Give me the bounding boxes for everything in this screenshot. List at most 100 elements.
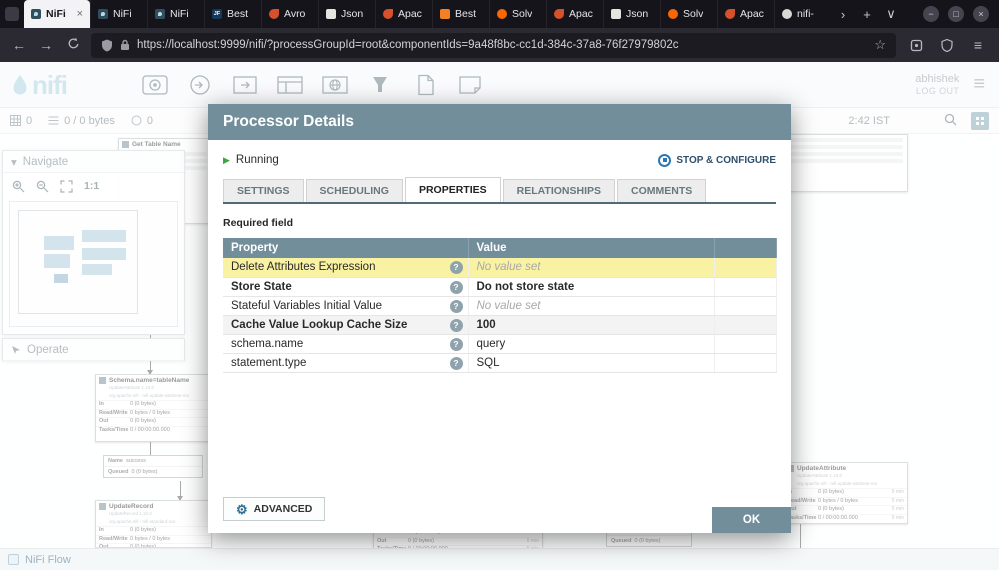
tab-label: NiFi (170, 8, 189, 20)
browser-tab[interactable]: JFBest (204, 0, 261, 28)
browser-tab[interactable]: Solv (660, 0, 717, 28)
firefox-view-icon (5, 7, 19, 21)
tab-label: Json (341, 8, 363, 20)
browser-toolbar: ← → https://localhost:9999/nifi/?process… (0, 28, 999, 62)
property-value[interactable]: query (477, 338, 506, 350)
browser-tab[interactable]: nifi- (774, 0, 831, 28)
nifi-app: Get Table Name Schema.name=tableName Upd… (0, 62, 999, 570)
list-all-tabs-button[interactable]: ∨ (879, 6, 903, 22)
property-value[interactable]: SQL (477, 357, 500, 369)
tracking-protection-shield-icon[interactable] (101, 39, 113, 52)
property-value[interactable]: No value set (477, 261, 541, 273)
property-row[interactable]: schema.name? query (223, 334, 776, 353)
apache-flame-favicon-icon (725, 9, 735, 19)
browser-tab[interactable]: Solv (489, 0, 546, 28)
tab-label: Avro (284, 8, 305, 20)
url-bar[interactable]: https://localhost:9999/nifi/?processGrou… (91, 33, 896, 58)
tab-label: Solv (683, 8, 703, 20)
tab-label: NiFi (46, 8, 66, 20)
running-icon: ▶ (223, 155, 230, 166)
generic-favicon-icon (782, 9, 792, 19)
browser-tab[interactable]: Json (318, 0, 375, 28)
tab-scheduling[interactable]: SCHEDULING (306, 179, 403, 202)
cloudera-favicon-icon (497, 9, 507, 19)
url-text: https://localhost:9999/nifi/?processGrou… (137, 39, 867, 51)
forward-button[interactable]: → (37, 37, 55, 53)
browser-tab[interactable]: Apac (546, 0, 603, 28)
value-column-header: Value (468, 238, 714, 258)
browser-tab[interactable]: Apac (717, 0, 774, 28)
browser-tab[interactable]: Best (432, 0, 489, 28)
browser-tab[interactable]: Apac (375, 0, 432, 28)
help-icon[interactable]: ? (450, 300, 463, 313)
property-name: Stateful Variables Initial Value (231, 300, 382, 312)
table-header-row: Property Value (223, 238, 776, 258)
property-value[interactable]: Do not store state (477, 281, 575, 293)
browser-tab-active[interactable]: NiFi × (24, 0, 90, 28)
nifi-favicon-icon (31, 9, 41, 19)
tab-settings[interactable]: SETTINGS (223, 179, 304, 202)
property-name: Delete Attributes Expression (231, 261, 375, 273)
bookmark-star-icon[interactable]: ☆ (874, 37, 886, 53)
help-icon[interactable]: ? (450, 281, 463, 294)
tab-comments[interactable]: COMMENTS (617, 179, 706, 202)
tab-label: Apac (398, 8, 422, 20)
back-button[interactable]: ← (10, 37, 28, 53)
processor-status: ▶ Running (223, 154, 279, 166)
browser-tab-bar: NiFi × NiFi NiFi JFBest Avro Json Apac B… (0, 0, 999, 28)
window-controls: − □ × (913, 6, 999, 22)
menu-icon[interactable]: ≡ (967, 37, 989, 53)
property-row[interactable]: Store State? Do not store state (223, 277, 776, 296)
help-icon[interactable]: ? (450, 357, 463, 370)
property-value[interactable]: 100 (477, 319, 496, 331)
tab-relationships[interactable]: RELATIONSHIPS (503, 179, 615, 202)
stop-configure-icon (658, 154, 671, 167)
window-close-button[interactable]: × (973, 6, 989, 22)
apache-flame-favicon-icon (554, 9, 564, 19)
tab-label: Apac (569, 8, 593, 20)
toolbar-shield-icon[interactable] (936, 39, 958, 52)
window-minimize-button[interactable]: − (923, 6, 939, 22)
property-name: statement.type (231, 357, 306, 369)
tab-properties[interactable]: PROPERTIES (405, 177, 501, 202)
processor-details-dialog: Processor Details ▶ Running STOP & CONFI… (208, 104, 791, 533)
property-row[interactable]: Stateful Variables Initial Value? No val… (223, 296, 776, 315)
property-row[interactable]: Delete Attributes Expression? No value s… (223, 258, 776, 277)
property-row[interactable]: statement.type? SQL (223, 353, 776, 372)
cloudera-favicon-icon (668, 9, 678, 19)
help-icon[interactable]: ? (450, 261, 463, 274)
stop-configure-label: STOP & CONFIGURE (676, 155, 776, 166)
toolbar-extension-icon[interactable] (905, 39, 927, 52)
tab-scroll-right-button[interactable]: › (831, 7, 855, 22)
property-row[interactable]: Cache Value Lookup Cache Size? 100 (223, 315, 776, 334)
tab-label: Solv (512, 8, 532, 20)
tab-label: Json (626, 8, 648, 20)
property-column-header: Property (223, 238, 468, 258)
property-name: schema.name (231, 338, 303, 350)
screen: NiFi × NiFi NiFi JFBest Avro Json Apac B… (0, 0, 999, 570)
empty-column-header (714, 238, 776, 258)
browser-tab[interactable]: Avro (261, 0, 318, 28)
tab-close-icon[interactable]: × (77, 8, 83, 20)
help-icon[interactable]: ? (450, 319, 463, 332)
property-value[interactable]: No value set (477, 300, 541, 312)
dialog-tabs: SETTINGS SCHEDULING PROPERTIES RELATIONS… (223, 180, 776, 204)
property-name: Cache Value Lookup Cache Size (231, 319, 407, 331)
nifi-favicon-icon (155, 9, 165, 19)
browser-tab[interactable]: NiFi (90, 0, 147, 28)
ok-button[interactable]: OK (712, 507, 791, 533)
help-icon[interactable]: ? (450, 338, 463, 351)
stop-and-configure-button[interactable]: STOP & CONFIGURE (658, 154, 776, 167)
json-favicon-icon (611, 9, 621, 19)
window-maximize-button[interactable]: □ (948, 6, 964, 22)
reload-button[interactable] (64, 37, 82, 53)
browser-tab[interactable]: NiFi (147, 0, 204, 28)
jf-favicon-icon: JF (212, 9, 222, 19)
browser-tab[interactable]: Json (603, 0, 660, 28)
tab-label: nifi- (797, 8, 814, 20)
new-tab-button[interactable]: + (855, 7, 879, 22)
advanced-button[interactable]: ⚙ ADVANCED (223, 497, 325, 521)
firefox-view-button[interactable] (0, 0, 24, 28)
status-text: Running (236, 154, 279, 166)
tab-label: NiFi (113, 8, 132, 20)
